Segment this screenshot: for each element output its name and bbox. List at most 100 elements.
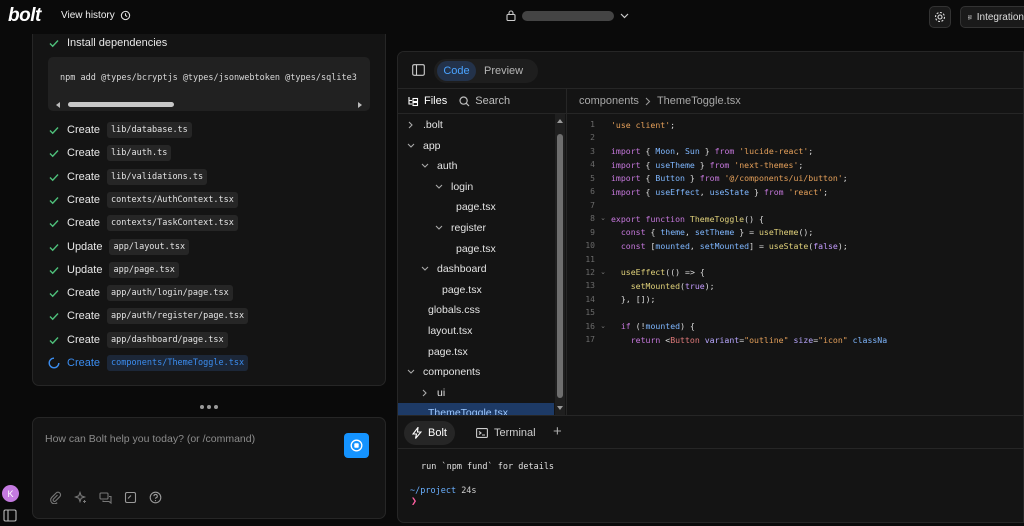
command-block[interactable]: npm add @types/bcryptjs @types/jsonwebto… bbox=[48, 57, 370, 111]
project-name-redacted bbox=[522, 10, 614, 21]
tree-item-label: .bolt bbox=[423, 119, 443, 131]
step-item[interactable]: Update app/page.tsx bbox=[48, 261, 179, 278]
scroll-up-icon bbox=[557, 119, 563, 123]
attach-icon[interactable] bbox=[48, 490, 62, 504]
step-verb: Update bbox=[67, 240, 103, 253]
code-editor[interactable]: 1 'use client'; 2 3 import { Moon, Sun } fro… bbox=[566, 114, 1023, 415]
step-item[interactable]: Create lib/database.ts bbox=[48, 122, 192, 138]
tree-item-label: register bbox=[451, 222, 487, 234]
tab-search[interactable]: Search bbox=[459, 95, 510, 107]
scroll-left-icon bbox=[56, 102, 60, 108]
step-item[interactable]: Create contexts/TaskContext.tsx bbox=[48, 215, 238, 232]
breadcrumb-file[interactable]: ThemeToggle.tsx bbox=[657, 95, 741, 107]
view-history-button[interactable]: View history bbox=[61, 10, 131, 21]
step-file[interactable]: app/dashboard/page.tsx bbox=[107, 331, 228, 348]
terminal-tabs: Bolt Terminal + bbox=[398, 415, 1023, 449]
code-line: 4 import { useTheme } from 'next-themes'; bbox=[567, 158, 1023, 171]
step-file[interactable]: contexts/TaskContext.tsx bbox=[107, 215, 238, 232]
terminal-output[interactable]: run `npm fund` for details ~/project 24s… bbox=[398, 449, 1023, 522]
tree-folder[interactable]: dashboard bbox=[398, 259, 554, 279]
fold-chevron-icon[interactable]: ⌄ bbox=[595, 268, 611, 277]
code-text: import { useTheme } from 'next-themes'; bbox=[611, 159, 804, 170]
step-item[interactable]: Update app/layout.tsx bbox=[48, 238, 190, 255]
scroll-thumb[interactable] bbox=[68, 102, 174, 107]
tree-folder[interactable]: ui bbox=[398, 383, 554, 403]
step-file[interactable]: contexts/AuthContext.tsx bbox=[107, 191, 238, 208]
step-file[interactable]: lib/database.ts bbox=[107, 122, 192, 138]
tree-file[interactable]: ThemeToggle.tsx bbox=[398, 403, 554, 415]
step-item[interactable]: Create lib/validations.ts bbox=[48, 168, 208, 185]
select-icon[interactable] bbox=[123, 490, 137, 504]
tree-folder[interactable]: .bolt bbox=[398, 115, 554, 135]
code-text: if (!mounted) { bbox=[620, 321, 695, 332]
code-text: export function ThemeToggle() { bbox=[611, 213, 764, 224]
step-file[interactable]: lib/validations.ts bbox=[107, 168, 208, 185]
breadcrumb-folder[interactable]: components bbox=[579, 95, 639, 107]
step-item[interactable]: Create app/auth/register/page.tsx bbox=[48, 308, 249, 325]
step-file[interactable]: app/layout.tsx bbox=[109, 238, 190, 255]
bolt-logo[interactable]: bolt bbox=[8, 5, 41, 27]
tree-file[interactable]: layout.tsx bbox=[398, 321, 554, 341]
tree-file[interactable]: page.tsx bbox=[398, 197, 554, 217]
step-item[interactable]: Create lib/auth.ts bbox=[48, 145, 172, 162]
check-icon bbox=[49, 127, 59, 135]
stop-generation-button[interactable] bbox=[344, 433, 369, 458]
action-steps-panel: Install dependencies npm add @types/bcry… bbox=[32, 34, 386, 386]
prompt-box[interactable]: How can Bolt help you today? (or /comman… bbox=[32, 417, 386, 519]
tree-folder[interactable]: login bbox=[398, 177, 554, 197]
tree-folder[interactable]: components bbox=[398, 362, 554, 382]
step-item[interactable]: Create app/auth/login/page.tsx bbox=[48, 285, 233, 302]
tree-file[interactable]: globals.css bbox=[398, 300, 554, 320]
tab-terminal[interactable]: Terminal bbox=[468, 421, 544, 445]
tab-files[interactable]: Files bbox=[408, 95, 447, 107]
files-label: Files bbox=[424, 95, 448, 107]
user-avatar[interactable]: K bbox=[2, 485, 19, 502]
code-text: }, []); bbox=[620, 294, 656, 305]
tab-bolt-terminal[interactable]: Bolt bbox=[404, 421, 455, 445]
code-line: 9 const { theme, setTheme } = useTheme()… bbox=[567, 226, 1023, 239]
step-file[interactable]: app/auth/login/page.tsx bbox=[107, 285, 233, 302]
tab-code[interactable]: Code bbox=[437, 61, 476, 81]
line-number: 13 bbox=[585, 281, 595, 291]
tree-file[interactable]: page.tsx bbox=[398, 342, 554, 362]
panel-toggle-icon[interactable] bbox=[412, 64, 425, 76]
add-terminal-button[interactable]: + bbox=[553, 423, 562, 440]
tree-file[interactable]: page.tsx bbox=[398, 280, 554, 300]
step-item[interactable]: Create app/dashboard/page.tsx bbox=[48, 331, 228, 348]
line-number: 11 bbox=[585, 254, 595, 264]
file-tree-scrollbar[interactable] bbox=[555, 114, 565, 415]
step-item[interactable]: Create components/ThemeToggle.tsx bbox=[48, 355, 249, 371]
code-line: 14 }, []); bbox=[567, 293, 1023, 306]
step-file[interactable]: lib/auth.ts bbox=[107, 145, 172, 162]
code-line: 16 ⌄ if (!mounted) { bbox=[567, 320, 1023, 333]
discuss-icon[interactable] bbox=[98, 490, 112, 504]
fold-chevron-icon[interactable]: ⌄ bbox=[595, 214, 611, 223]
resize-handle[interactable] bbox=[200, 405, 218, 409]
settings-button[interactable] bbox=[929, 6, 951, 28]
help-icon[interactable] bbox=[148, 490, 162, 504]
step-verb: Create bbox=[67, 170, 101, 183]
tree-folder[interactable]: register bbox=[398, 218, 554, 238]
tab-preview[interactable]: Preview bbox=[484, 61, 523, 81]
command-scrollbar[interactable] bbox=[56, 101, 362, 108]
sparkles-icon[interactable] bbox=[73, 490, 87, 504]
tree-file[interactable]: page.tsx bbox=[398, 239, 554, 259]
step-file[interactable]: app/auth/register/page.tsx bbox=[107, 308, 249, 325]
code-text: const [mounted, setMounted] = useState(f… bbox=[620, 240, 848, 251]
tree-folder[interactable]: auth bbox=[398, 156, 554, 176]
prompt-input[interactable]: How can Bolt help you today? (or /comman… bbox=[45, 433, 255, 445]
project-title[interactable] bbox=[506, 10, 629, 21]
line-number: 12 bbox=[585, 267, 595, 277]
breadcrumb: components ThemeToggle.tsx bbox=[566, 89, 1023, 114]
stop-icon bbox=[350, 439, 363, 452]
scroll-right-icon bbox=[358, 102, 362, 108]
file-tree-scroll-thumb[interactable] bbox=[557, 134, 563, 398]
code-text: 'use client'; bbox=[611, 119, 676, 130]
fold-chevron-icon[interactable]: ⌄ bbox=[595, 322, 611, 331]
step-item[interactable]: Create contexts/AuthContext.tsx bbox=[48, 191, 238, 208]
sidebar-toggle-icon[interactable] bbox=[3, 509, 17, 522]
integrations-button[interactable]: Integrations bbox=[960, 6, 1024, 28]
step-file[interactable]: components/ThemeToggle.tsx bbox=[107, 355, 249, 371]
step-file[interactable]: app/page.tsx bbox=[109, 261, 179, 278]
tree-folder[interactable]: app bbox=[398, 136, 554, 156]
